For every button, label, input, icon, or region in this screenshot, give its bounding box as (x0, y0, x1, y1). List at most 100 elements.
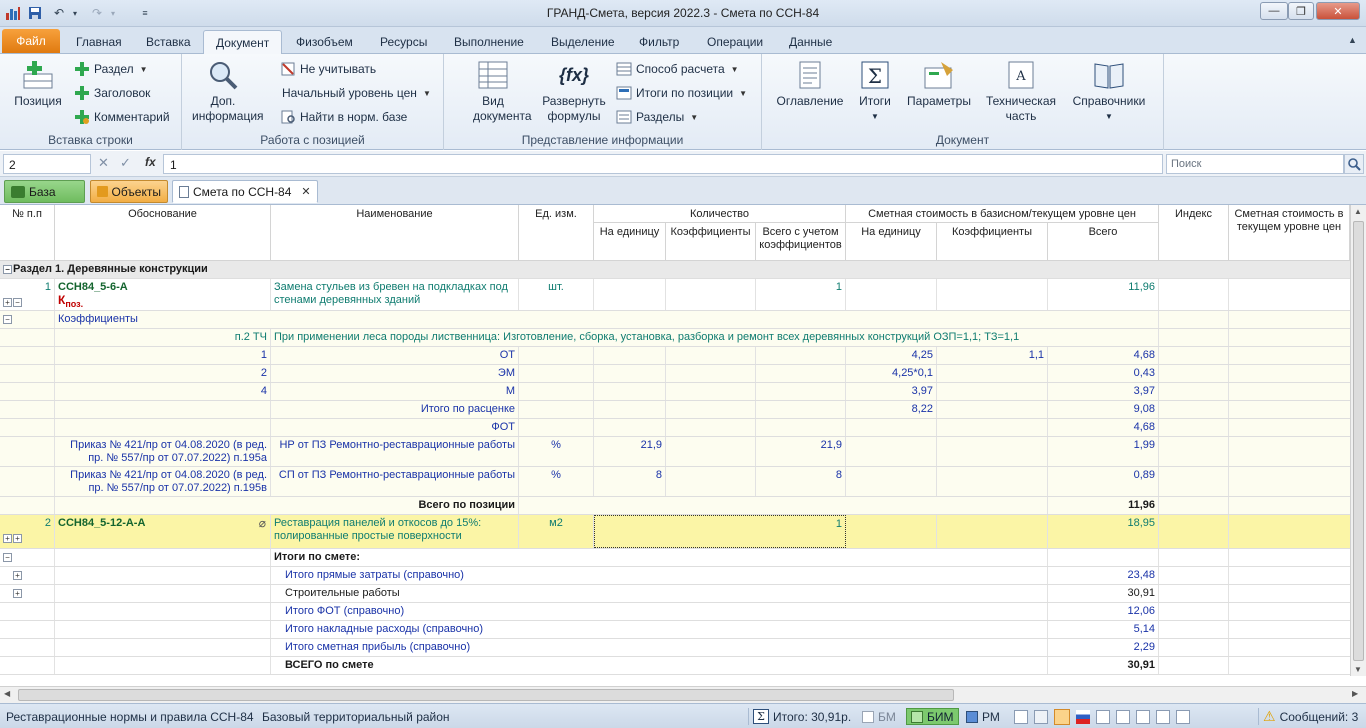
minimize-button[interactable]: — (1260, 2, 1288, 20)
header-current-cost[interactable]: Сметная стоимость в текущем уровне цен (1229, 205, 1350, 261)
tab-filter[interactable]: Фильтр (627, 30, 691, 54)
tool-icon-7[interactable] (1156, 709, 1170, 724)
grand-total-row[interactable]: ВСЕГО по смете 30,91 (0, 657, 1350, 675)
cancel-edit-icon[interactable]: ✕ (98, 155, 109, 171)
flag-icon[interactable] (1076, 709, 1090, 724)
header-num[interactable]: № п.п (0, 205, 55, 261)
collapse-icon[interactable]: − (13, 297, 22, 307)
reference-books-button[interactable]: Справочники ▼ (1066, 60, 1152, 124)
quantity-cell-focused[interactable]: 1 (594, 515, 846, 548)
tab-base[interactable]: База (4, 180, 85, 203)
vertical-scroll-thumb[interactable] (1353, 221, 1364, 661)
formula-input[interactable]: 1 (163, 154, 1163, 174)
tab-document[interactable]: Документ (203, 30, 283, 54)
tool-icon-5[interactable] (1116, 709, 1130, 724)
scroll-up-icon[interactable]: ▲ (1354, 207, 1362, 216)
totals-row[interactable]: + Строительные работы 30,91 (0, 585, 1350, 603)
resource-row[interactable]: 1 ОТ 4,25 1,1 4,68 (0, 347, 1350, 365)
tool-icon-6[interactable] (1136, 709, 1150, 724)
scroll-down-icon[interactable]: ▼ (1354, 665, 1362, 674)
price-level-dropdown[interactable]: Начальный уровень цен ▼ (282, 84, 431, 102)
rm-toggle[interactable]: РМ (966, 708, 1000, 725)
close-button[interactable]: ✕ (1316, 2, 1360, 20)
status-total-box[interactable]: Σ Итого: 30,91р. (748, 708, 851, 725)
tab-file[interactable]: Файл (2, 29, 60, 53)
tool-icon-3[interactable] (1054, 708, 1070, 725)
tool-icon-8[interactable] (1176, 709, 1190, 724)
ignore-button[interactable]: Не учитывать (280, 60, 376, 78)
header-qty-coefficients[interactable]: Коэффициенты (666, 223, 756, 261)
horizontal-scrollbar[interactable]: ◀ ▶ (0, 686, 1366, 703)
parameters-button[interactable]: Параметры (904, 60, 974, 109)
header-cost-per-unit[interactable]: На единицу (846, 223, 937, 261)
header-cost[interactable]: Сметная стоимость в базисном/текущем уро… (846, 205, 1159, 223)
resource-row[interactable]: ФОТ 4,68 (0, 419, 1350, 437)
resource-row[interactable]: 2 ЭМ 4,25*0,1 0,43 (0, 365, 1350, 383)
position-totals-dropdown[interactable]: Итоги по позиции ▼ (616, 84, 747, 102)
resource-row[interactable]: Итого по расценке 8,22 9,08 (0, 401, 1350, 419)
vertical-scrollbar[interactable]: ▲ ▼ (1350, 205, 1366, 676)
insert-section-button[interactable]: Раздел ▼ (74, 60, 148, 78)
totals-row[interactable]: + Итого прямые затраты (справочно) 23,48 (0, 567, 1350, 585)
cell-reference-field[interactable]: 2 (3, 154, 91, 174)
header-index[interactable]: Индекс (1159, 205, 1229, 261)
tab-execution[interactable]: Выполнение (442, 30, 536, 54)
coefficient-detail-row[interactable]: п.2 ТЧ При применении леса породы листве… (0, 329, 1350, 347)
extra-info-button[interactable]: Доп. информация (192, 60, 264, 124)
sections-dropdown[interactable]: Разделы ▼ (616, 108, 698, 126)
header-cost-total[interactable]: Всего (1048, 223, 1159, 261)
totals-button[interactable]: Σ Итоги ▼ (852, 60, 898, 124)
tab-selection[interactable]: Выделение (539, 30, 627, 54)
insert-comment-button[interactable]: Комментарий (74, 108, 170, 126)
paperclip-icon[interactable]: ⌀ (259, 517, 266, 530)
close-tab-icon[interactable]: ✕ (301, 185, 310, 198)
tool-icon-1[interactable] (1014, 709, 1028, 724)
header-quantity[interactable]: Количество (594, 205, 846, 223)
find-in-norm-base-button[interactable]: Найти в норм. базе (280, 108, 407, 126)
tab-operations[interactable]: Операции (695, 30, 775, 54)
header-cost-coefficients[interactable]: Коэффициенты (937, 223, 1048, 261)
coefficients-row[interactable]: − Коэффициенты (0, 311, 1350, 329)
tab-resources[interactable]: Ресурсы (368, 30, 439, 54)
collapse-coefficients-icon[interactable]: − (3, 314, 12, 324)
bm-toggle[interactable]: БМ (862, 708, 896, 725)
position-total-row[interactable]: Всего по позиции 11,96 (0, 497, 1350, 515)
calc-method-dropdown[interactable]: Способ расчета ▼ (616, 60, 739, 78)
header-qty-per-unit[interactable]: На единицу (594, 223, 666, 261)
expand-icon[interactable]: + (3, 297, 12, 307)
section-row[interactable]: − Раздел 1. Деревянные конструкции (0, 261, 1350, 279)
profit-row[interactable]: Приказ № 421/пр от 04.08.2020 (в ред. пр.… (0, 467, 1350, 497)
tab-objects[interactable]: Объекты (90, 180, 168, 203)
restore-button[interactable]: ❐ (1288, 2, 1314, 20)
header-unit[interactable]: Ед. изм. (519, 205, 594, 261)
bim-toggle[interactable]: БИМ (906, 708, 959, 725)
scroll-right-icon[interactable]: ▶ (1352, 689, 1358, 698)
tab-home[interactable]: Главная (64, 30, 134, 54)
collapse-ribbon-icon[interactable]: ▲ (1348, 35, 1357, 45)
insert-position-button[interactable]: Позиция (8, 60, 68, 109)
scroll-left-icon[interactable]: ◀ (4, 689, 10, 698)
expand-icon[interactable]: + (3, 533, 12, 543)
totals-title-row[interactable]: − Итоги по смете: (0, 549, 1350, 567)
expand-icon[interactable]: + (13, 588, 22, 598)
search-icon[interactable] (1344, 154, 1364, 174)
horizontal-scroll-thumb[interactable] (18, 689, 954, 701)
expand-formulas-button[interactable]: {fx} Развернуть формулы (538, 60, 610, 124)
tab-physical-volume[interactable]: Физобъем (284, 30, 365, 54)
totals-row[interactable]: Итого сметная прибыль (справочно) 2,29 (0, 639, 1350, 657)
expand-icon[interactable]: + (13, 533, 22, 543)
tab-data[interactable]: Данные (777, 30, 844, 54)
table-row-selected[interactable]: 2 + + ССН84_5-12-А-А ⌀ Реставрация панелей … (0, 515, 1350, 549)
header-basis[interactable]: Обоснование (55, 205, 271, 261)
collapse-totals-icon[interactable]: − (3, 552, 12, 562)
overhead-row[interactable]: Приказ № 421/пр от 04.08.2020 (в ред. пр.… (0, 437, 1350, 467)
header-name[interactable]: Наименование (271, 205, 519, 261)
tool-icon-4[interactable] (1096, 709, 1110, 724)
collapse-section-icon[interactable]: − (3, 264, 12, 274)
function-icon[interactable]: fx (145, 155, 156, 169)
confirm-edit-icon[interactable]: ✓ (120, 155, 131, 171)
tab-insert[interactable]: Вставка (134, 30, 203, 54)
totals-row[interactable]: Итого ФОТ (справочно) 12,06 (0, 603, 1350, 621)
resource-row[interactable]: 4 М 3,97 3,97 (0, 383, 1350, 401)
table-of-contents-button[interactable]: Оглавление (774, 60, 846, 109)
